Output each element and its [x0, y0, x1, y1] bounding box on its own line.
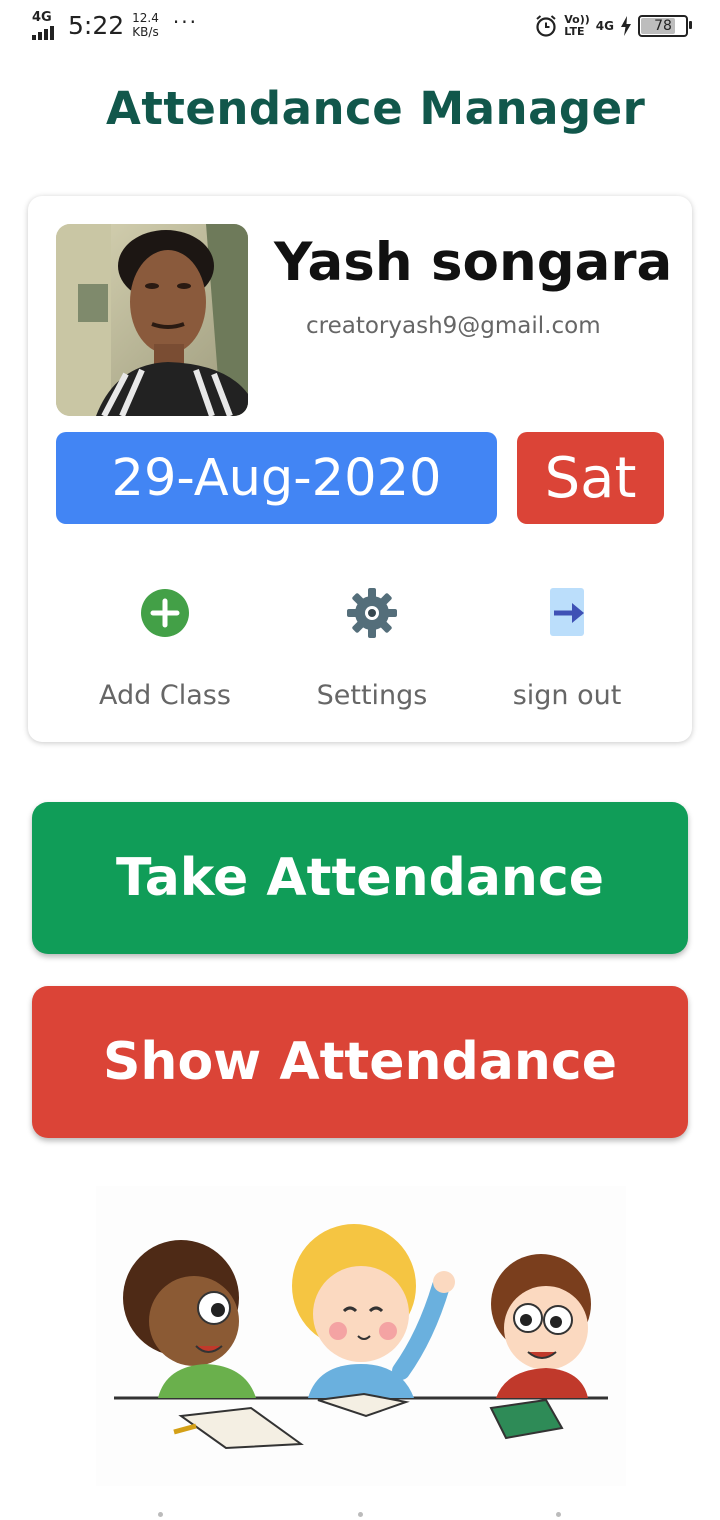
kids-studying-illustration	[96, 1186, 626, 1486]
user-email: creatoryash9@gmail.com	[306, 313, 601, 339]
status-bar: 4G 5:22 12.4 KB/s ··· Vo)) LTE 4G 78	[0, 0, 720, 56]
settings-label: Settings	[316, 680, 428, 711]
battery-icon: 78	[638, 15, 692, 37]
network-speed-unit: KB/s	[132, 25, 159, 39]
profile-photo	[56, 224, 248, 416]
clock: 5:22	[68, 10, 125, 40]
day-chip: Sat	[517, 432, 664, 524]
sign-out-icon	[550, 588, 584, 636]
network-type-right: 4G	[595, 19, 614, 33]
add-class-button[interactable]: Add Class	[80, 586, 250, 711]
alarm-icon	[536, 15, 556, 37]
notification-overflow: ···	[172, 10, 198, 34]
take-attendance-button[interactable]: Take Attendance	[32, 802, 688, 954]
app-title: Attendance Manager	[106, 82, 646, 135]
charging-bolt-icon	[621, 16, 631, 36]
add-class-label: Add Class	[99, 680, 231, 711]
volte-indicator: Vo)) LTE	[564, 14, 590, 38]
gear-icon	[347, 588, 397, 638]
status-right: Vo)) LTE 4G 78	[534, 14, 692, 38]
battery-level: 78	[654, 18, 672, 34]
show-attendance-button[interactable]: Show Attendance	[32, 986, 688, 1138]
status-left: 4G 5:22 12.4 KB/s ···	[30, 10, 198, 40]
signal-icon: 4G	[30, 10, 60, 40]
page-indicator	[0, 1512, 720, 1520]
settings-button[interactable]: Settings	[287, 586, 457, 711]
network-speed: 12.4 KB/s	[132, 11, 159, 39]
sign-out-button[interactable]: sign out	[482, 586, 652, 711]
volte-bottom: LTE	[564, 25, 585, 38]
sign-out-label: sign out	[512, 680, 622, 711]
network-type: 4G	[32, 10, 52, 25]
date-chip: 29-Aug-2020	[56, 432, 497, 524]
add-circle-icon	[141, 589, 189, 637]
network-speed-value: 12.4	[132, 11, 159, 25]
avatar	[56, 224, 248, 416]
profile-card: Yash songara creatoryash9@gmail.com 29-A…	[28, 196, 692, 742]
user-name: Yash songara	[274, 232, 673, 293]
